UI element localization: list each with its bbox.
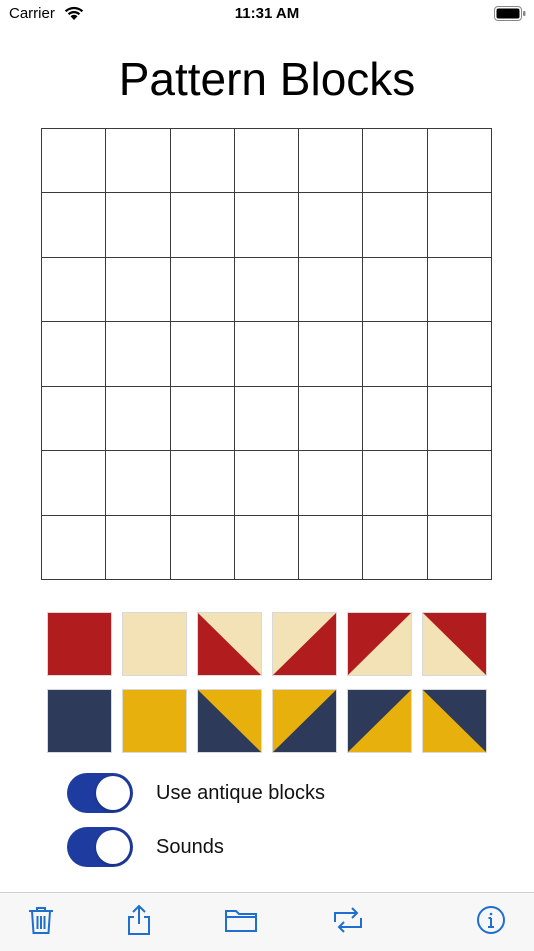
grid-cell[interactable] [42,257,107,323]
grid-cell[interactable] [170,386,235,452]
grid-cell[interactable] [363,193,428,258]
antique-blocks-toggle[interactable] [67,773,133,813]
grid-cell[interactable] [363,129,428,194]
trash-button[interactable] [24,903,58,937]
grid-cell[interactable] [106,257,171,323]
grid-cell[interactable] [427,386,492,452]
red-cream-diagonal-block-3[interactable] [347,612,412,676]
share-button[interactable] [122,903,156,937]
grid-cell[interactable] [42,322,107,387]
grid-cell[interactable] [234,193,300,258]
grid-cell[interactable] [427,193,492,258]
grid-cell[interactable] [170,451,235,516]
page-title: Pattern Blocks [118,53,416,105]
grid-cell[interactable] [363,515,428,580]
trash-icon [29,907,53,934]
grid-cell[interactable] [42,386,107,452]
grid-cell[interactable] [363,386,428,452]
grid-cell[interactable] [42,451,107,516]
battery-icon [494,6,526,26]
sounds-row: Sounds [67,827,487,867]
sounds-toggle[interactable] [67,827,133,867]
antique-blocks-label: Use antique blocks [156,782,325,804]
navy-solid-block[interactable] [47,689,112,753]
grid-cell[interactable] [234,386,300,452]
grid-cell[interactable] [427,451,492,516]
antique-blocks-row: Use antique blocks [67,773,487,813]
grid-cell[interactable] [106,129,171,194]
grid-cell[interactable] [42,193,107,258]
grid-cell[interactable] [299,129,364,194]
grid-cell[interactable] [42,515,107,580]
grid-cell[interactable] [170,322,235,387]
pattern-grid[interactable] [41,128,492,580]
grid-cell[interactable] [106,515,171,580]
info-button[interactable] [474,903,508,937]
red-cream-diagonal-block-1[interactable] [197,612,262,676]
grid-cell[interactable] [299,451,364,516]
grid-cell[interactable] [427,257,492,323]
grid-cell[interactable] [363,451,428,516]
grid-cell[interactable] [427,515,492,580]
toggle-knob [96,776,130,810]
navy-yellow-diagonal-block-1[interactable] [197,689,262,753]
grid-cell[interactable] [299,386,364,452]
grid-cell[interactable] [234,451,300,516]
toggle-knob [96,830,130,864]
status-time: 11:31 AM [234,5,300,22]
repeat-button[interactable] [331,903,365,937]
red-solid-block[interactable] [47,612,112,676]
grid-cell[interactable] [427,129,492,194]
grid-cell[interactable] [234,129,300,194]
grid-cell[interactable] [170,129,235,194]
grid-cell[interactable] [106,322,171,387]
open-folder-button[interactable] [224,903,258,937]
grid-cell[interactable] [234,322,300,387]
grid-cell[interactable] [427,322,492,387]
bottom-toolbar [0,892,534,951]
grid-cell[interactable] [106,451,171,516]
cream-red-diagonal-block-4[interactable] [422,612,487,676]
grid-cell[interactable] [170,193,235,258]
grid-cell[interactable] [363,322,428,387]
grid-cell[interactable] [170,515,235,580]
grid-cell[interactable] [299,515,364,580]
grid-cell[interactable] [106,193,171,258]
yellow-solid-block[interactable] [122,689,187,753]
status-bar: Carrier 11:31 AM [0,0,534,30]
cream-solid-block[interactable] [122,612,187,676]
yellow-navy-diagonal-block-2[interactable] [272,689,337,753]
sounds-label: Sounds [156,836,224,858]
grid-cell[interactable] [299,193,364,258]
cream-red-diagonal-block-2[interactable] [272,612,337,676]
share-icon [128,904,150,935]
repeat-icon [334,907,362,933]
grid-cell[interactable] [299,322,364,387]
folder-icon [225,910,257,932]
grid-cell[interactable] [170,257,235,323]
info-icon [477,906,505,934]
yellow-navy-diagonal-block-4[interactable] [422,689,487,753]
grid-cell[interactable] [363,257,428,323]
grid-cell[interactable] [106,386,171,452]
grid-cell[interactable] [42,129,107,194]
navy-yellow-diagonal-block-3[interactable] [347,689,412,753]
block-palette [47,612,487,754]
grid-cell[interactable] [234,515,300,580]
grid-cell[interactable] [234,257,300,323]
grid-cell[interactable] [299,257,364,323]
